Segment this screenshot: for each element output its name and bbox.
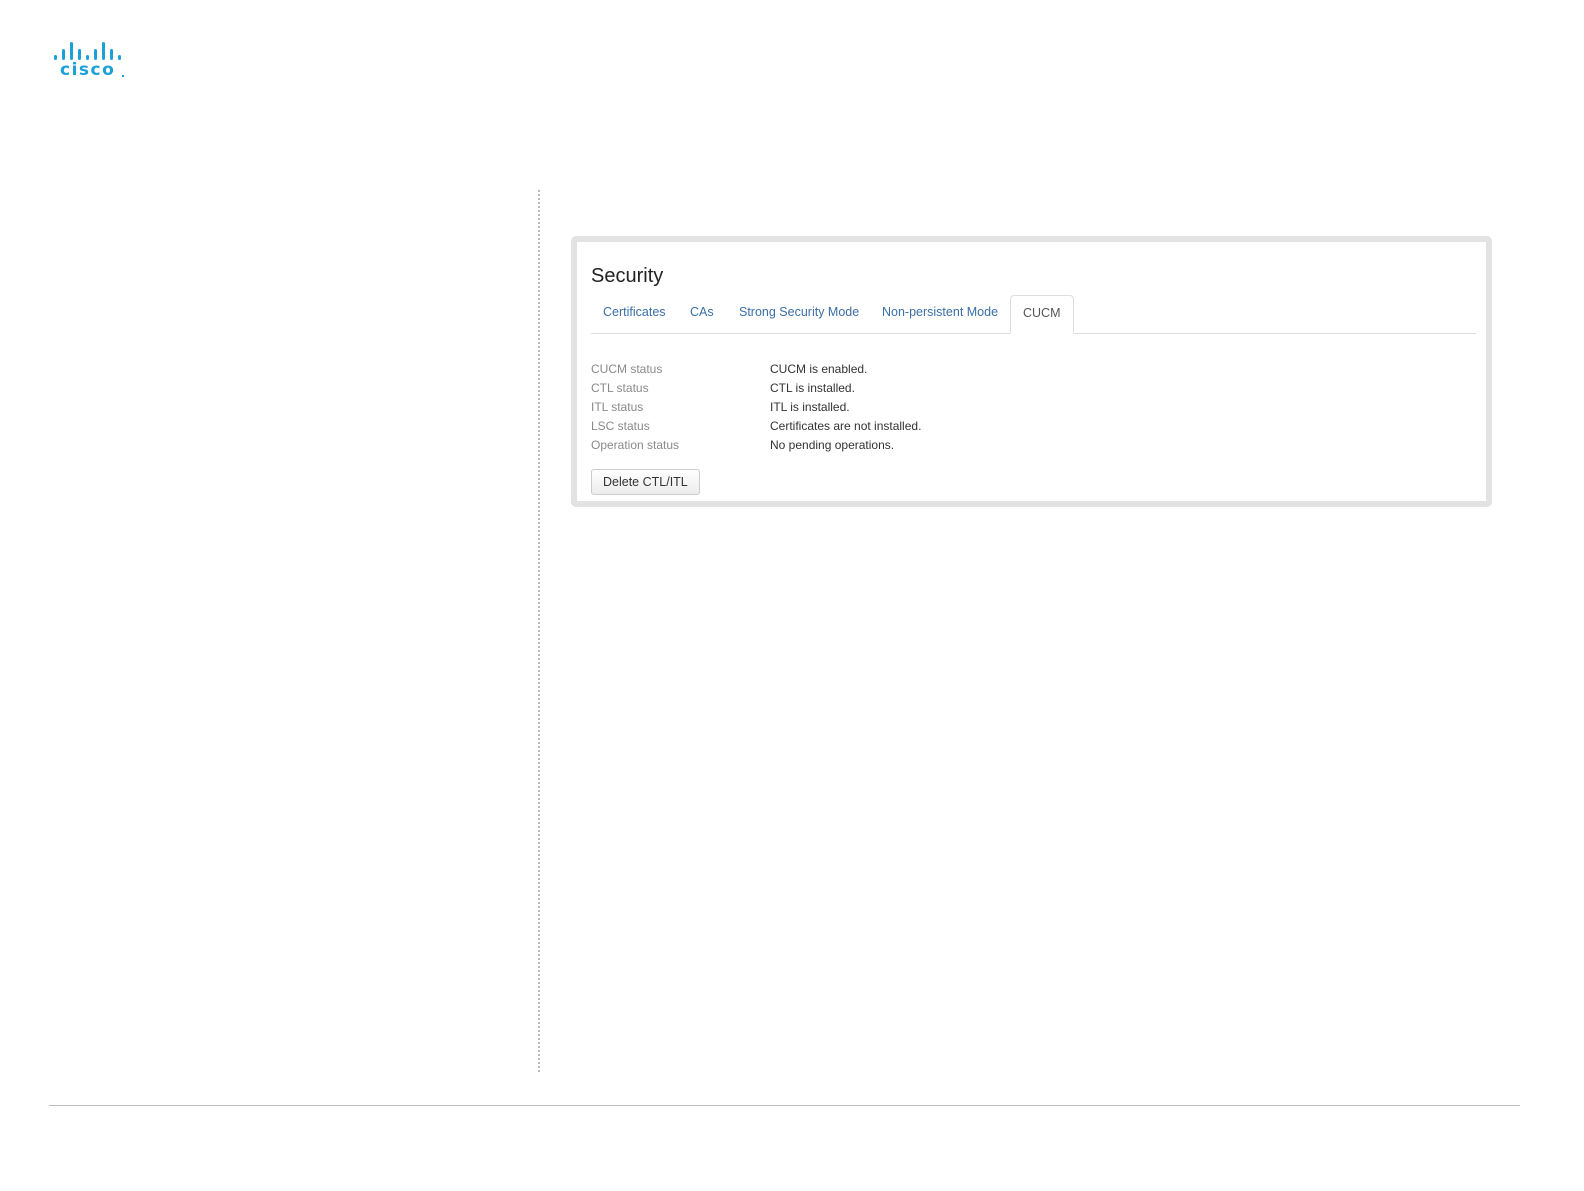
status-value: Certificates are not installed. xyxy=(770,419,922,433)
status-label: LSC status xyxy=(591,419,650,433)
status-value: ITL is installed. xyxy=(770,400,850,414)
status-row-ctl: CTL status CTL is installed. xyxy=(591,379,1191,398)
tab-cas[interactable]: CAs xyxy=(678,295,726,333)
status-value: CTL is installed. xyxy=(770,381,855,395)
status-label: Operation status xyxy=(591,438,680,452)
tab-strong-security-mode[interactable]: Strong Security Mode xyxy=(727,295,871,333)
footer-divider xyxy=(49,1105,1520,1106)
status-label: CTL status xyxy=(591,381,649,395)
page-title: Security xyxy=(591,265,664,287)
status-value: No pending operations. xyxy=(770,438,895,452)
logo-dot xyxy=(122,75,124,77)
tab-non-persistent-mode[interactable]: Non-persistent Mode xyxy=(870,295,1010,333)
cisco-wordmark: cisco xyxy=(60,60,116,80)
delete-ctl-itl-button[interactable]: Delete CTL/ITL xyxy=(591,469,700,495)
security-panel: Security Certificates CAs Strong Securit… xyxy=(571,236,1492,507)
status-row-operation: Operation status No pending operations. xyxy=(591,436,1191,455)
tab-bar: Certificates CAs Strong Security Mode No… xyxy=(591,295,1476,334)
status-row-itl: ITL status ITL is installed. xyxy=(591,398,1191,417)
status-label: ITL status xyxy=(591,400,644,414)
tab-certificates[interactable]: Certificates xyxy=(591,295,678,333)
vertical-divider xyxy=(538,190,540,1072)
status-row-cucm: CUCM status CUCM is enabled. xyxy=(591,360,1191,379)
status-row-lsc: LSC status Certificates are not installe… xyxy=(591,417,1191,436)
cisco-logo: cisco xyxy=(54,42,128,82)
status-value: CUCM is enabled. xyxy=(770,362,868,376)
tab-cucm[interactable]: CUCM xyxy=(1010,295,1074,334)
cisco-bars-icon xyxy=(54,42,126,60)
status-label: CUCM status xyxy=(591,362,663,376)
status-list: CUCM status CUCM is enabled. CTL status … xyxy=(591,360,1191,455)
